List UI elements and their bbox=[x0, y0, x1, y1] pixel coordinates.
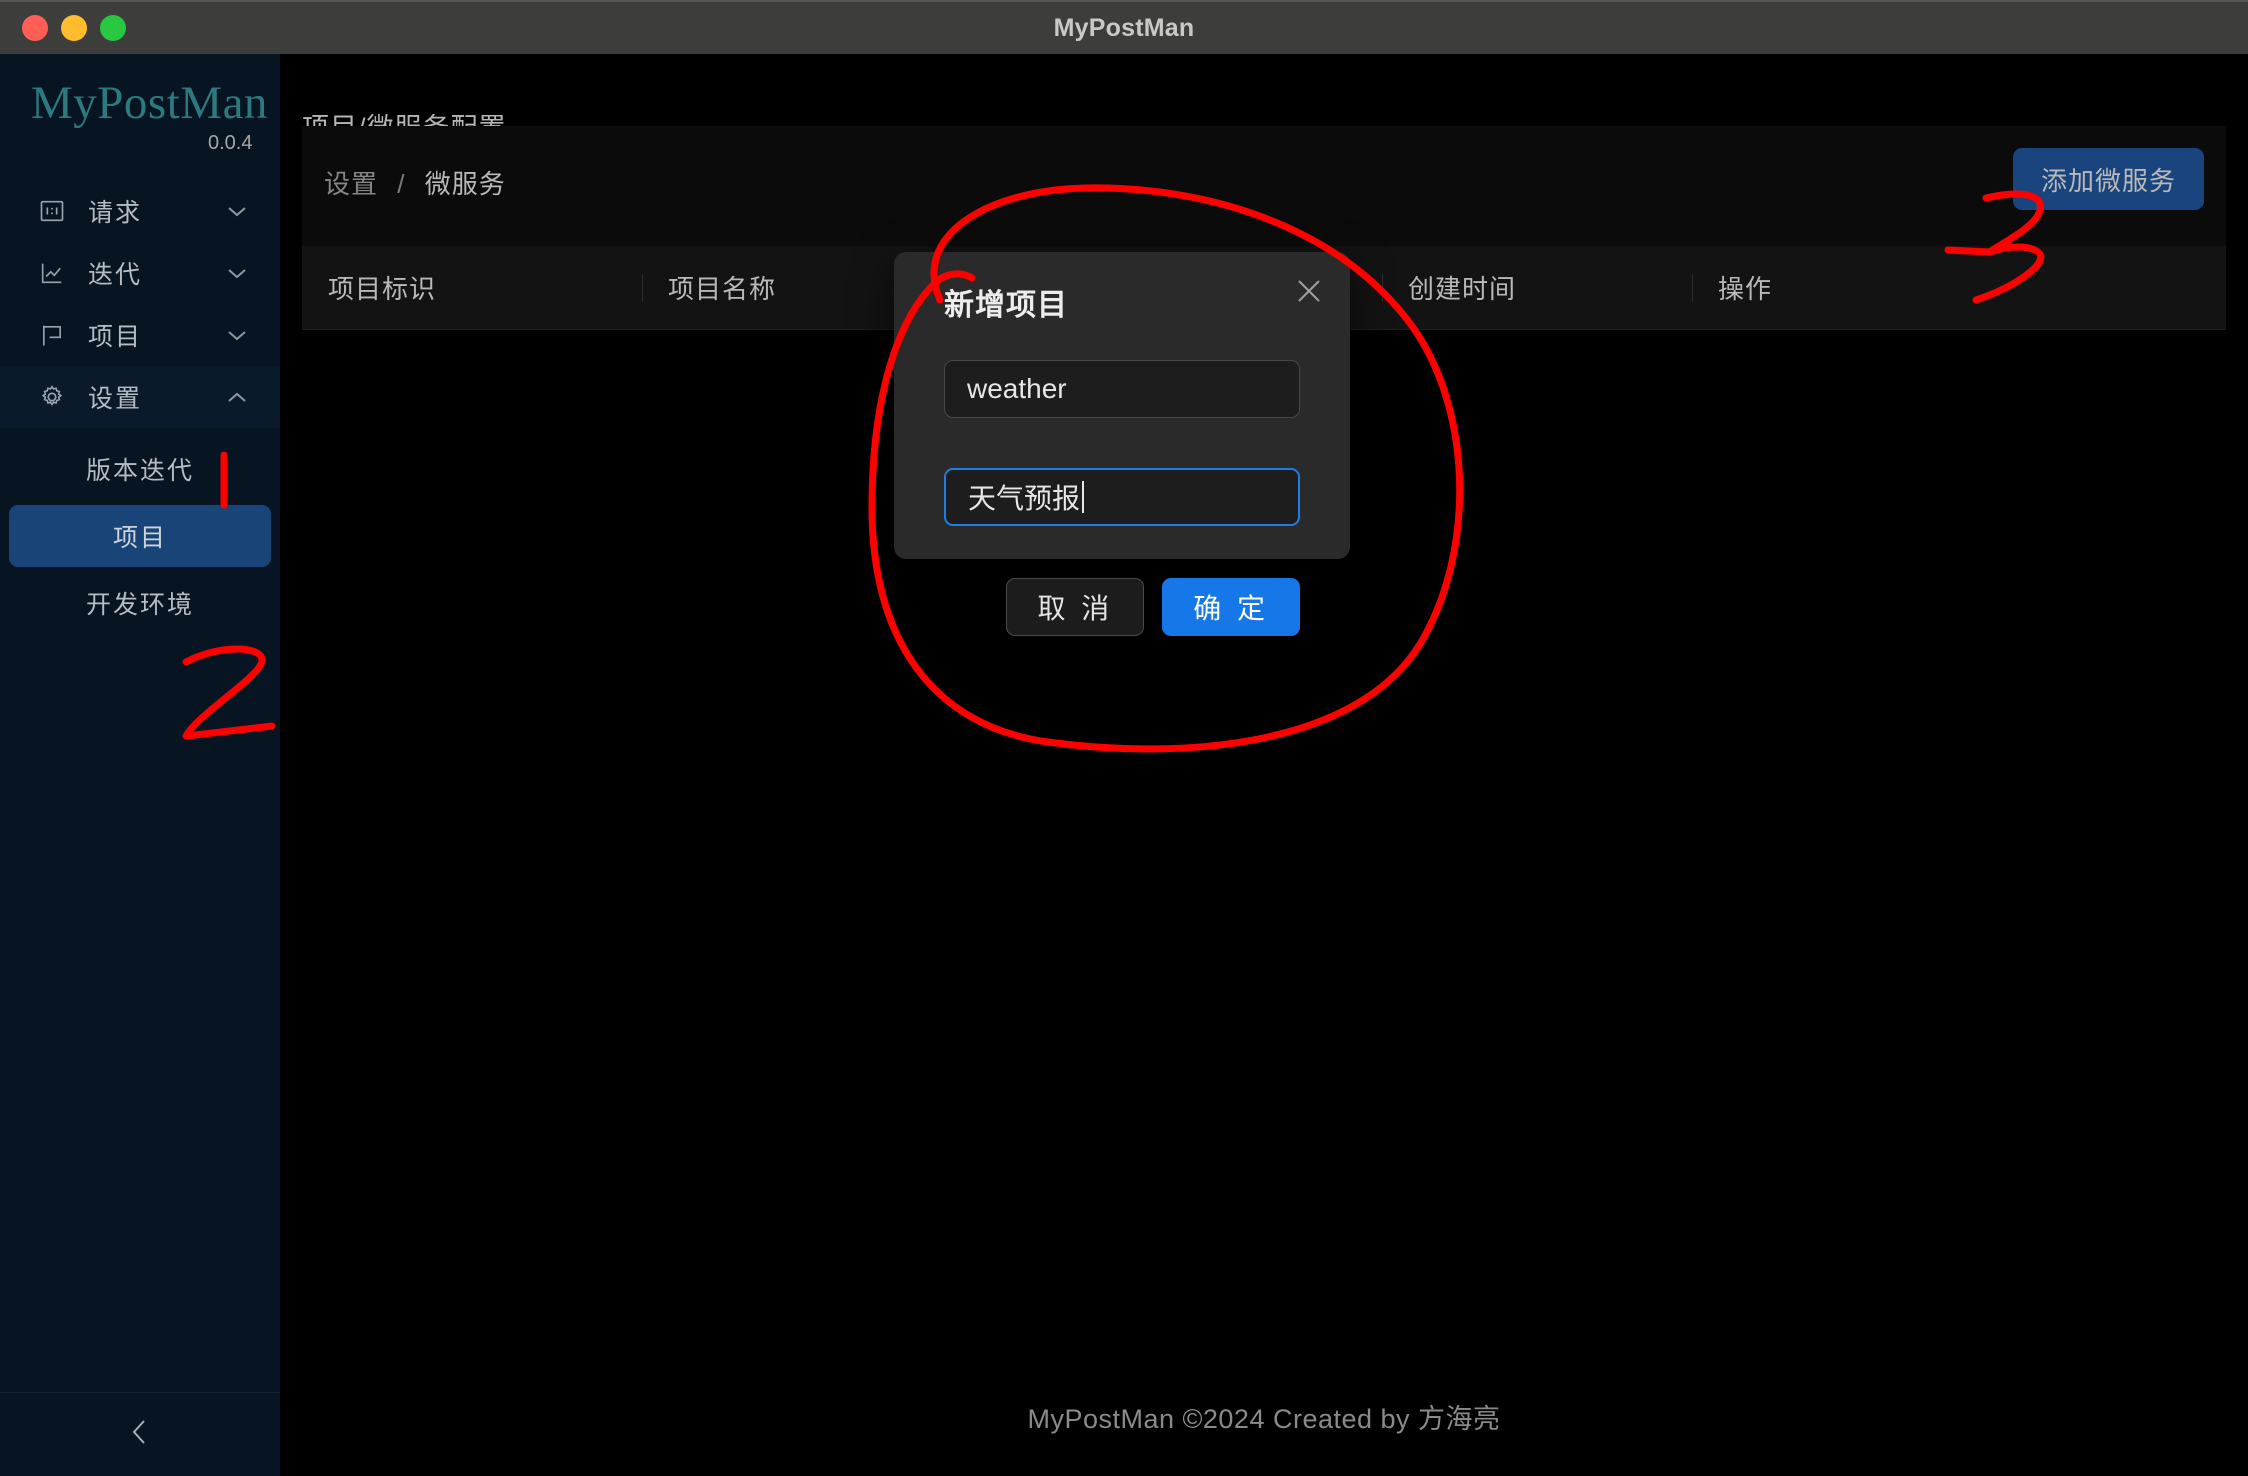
chevron-down-icon bbox=[226, 328, 248, 342]
sidebar: MyPostMan 0.0.4 请求 迭代 项目 设置 版本迭代 项目 开发环境 bbox=[0, 54, 280, 1476]
project-name-value: 天气预报 bbox=[968, 483, 1081, 514]
sidebar-nav: 请求 迭代 项目 设置 版本迭代 项目 开发环境 bbox=[0, 180, 280, 639]
breadcrumb-current: 微服务 bbox=[424, 169, 506, 199]
sidebar-item-label: 请求 bbox=[88, 199, 143, 227]
chevron-up-icon bbox=[226, 390, 248, 404]
chevron-down-icon bbox=[226, 204, 248, 218]
sidebar-item-label: 设置 bbox=[88, 385, 143, 413]
app-version: 0.0.4 bbox=[208, 132, 253, 154]
sidebar-subitem-label: 版本迭代 bbox=[85, 457, 194, 485]
confirm-button[interactable]: 确 定 bbox=[1162, 578, 1300, 636]
sidebar-subitem-label: 项目 bbox=[112, 524, 167, 552]
app-footer: MyPostMan ©2024 Created by 方海亮 bbox=[1027, 1404, 1501, 1434]
text-cursor bbox=[1082, 481, 1085, 513]
modal-title: 新增项目 bbox=[944, 289, 1068, 322]
sidebar-item-project[interactable]: 项目 bbox=[0, 304, 280, 366]
sidebar-item-request[interactable]: 请求 bbox=[0, 180, 280, 242]
brand-logo-text: MyPostMan bbox=[31, 77, 268, 129]
new-project-modal: 新增项目 weather 天气预报 取 消 确 定 bbox=[894, 252, 1350, 636]
add-microservice-button[interactable]: 添加微服务 bbox=[2012, 148, 2204, 210]
breadcrumb-separator: / bbox=[397, 169, 406, 199]
sidebar-subitem-dev-environment[interactable]: 开发环境 bbox=[9, 572, 271, 634]
sidebar-item-label: 项目 bbox=[88, 323, 143, 351]
table-column-header: 操作 bbox=[1692, 269, 2226, 306]
window-title: MyPostMan bbox=[1053, 13, 1195, 42]
app-window: MyPostMan MyPostMan 0.0.4 请求 迭代 项目 设置 版本… bbox=[0, 0, 2248, 1476]
sidebar-item-settings[interactable]: 设置 bbox=[0, 366, 280, 428]
api-box-icon bbox=[38, 197, 72, 225]
sidebar-subitem-version-iteration[interactable]: 版本迭代 bbox=[9, 438, 271, 500]
breadcrumb-parent[interactable]: 设置 bbox=[324, 169, 378, 199]
cancel-button[interactable]: 取 消 bbox=[1006, 578, 1145, 636]
flag-icon bbox=[38, 321, 72, 349]
sidebar-subitem-label: 开发环境 bbox=[85, 591, 194, 619]
sidebar-item-iteration[interactable]: 迭代 bbox=[0, 242, 280, 304]
table-column-header: 项目标识 bbox=[328, 274, 437, 304]
close-icon[interactable] bbox=[1292, 274, 1326, 308]
line-chart-icon bbox=[38, 259, 72, 287]
brand-block: MyPostMan 0.0.4 bbox=[0, 54, 280, 158]
chevron-left-icon bbox=[127, 1415, 153, 1454]
window-titlebar: MyPostMan bbox=[0, 0, 2248, 54]
sidebar-collapse-button[interactable] bbox=[0, 1392, 280, 1476]
sidebar-item-label: 迭代 bbox=[88, 261, 143, 289]
gear-icon bbox=[38, 383, 72, 411]
modal-actions: 取 消 确 定 bbox=[894, 578, 1350, 636]
project-key-field[interactable]: weather bbox=[944, 360, 1300, 418]
project-key-value: weather bbox=[967, 373, 1067, 404]
table-column-header: 创建时间 bbox=[1382, 269, 1692, 306]
sidebar-submenu-settings: 版本迭代 项目 开发环境 bbox=[0, 438, 280, 634]
breadcrumb: 设置 / 微服务 bbox=[324, 164, 506, 201]
sidebar-subitem-project[interactable]: 项目 bbox=[9, 505, 271, 567]
chevron-down-icon bbox=[226, 266, 248, 280]
project-name-field[interactable]: 天气预报 bbox=[944, 468, 1300, 526]
